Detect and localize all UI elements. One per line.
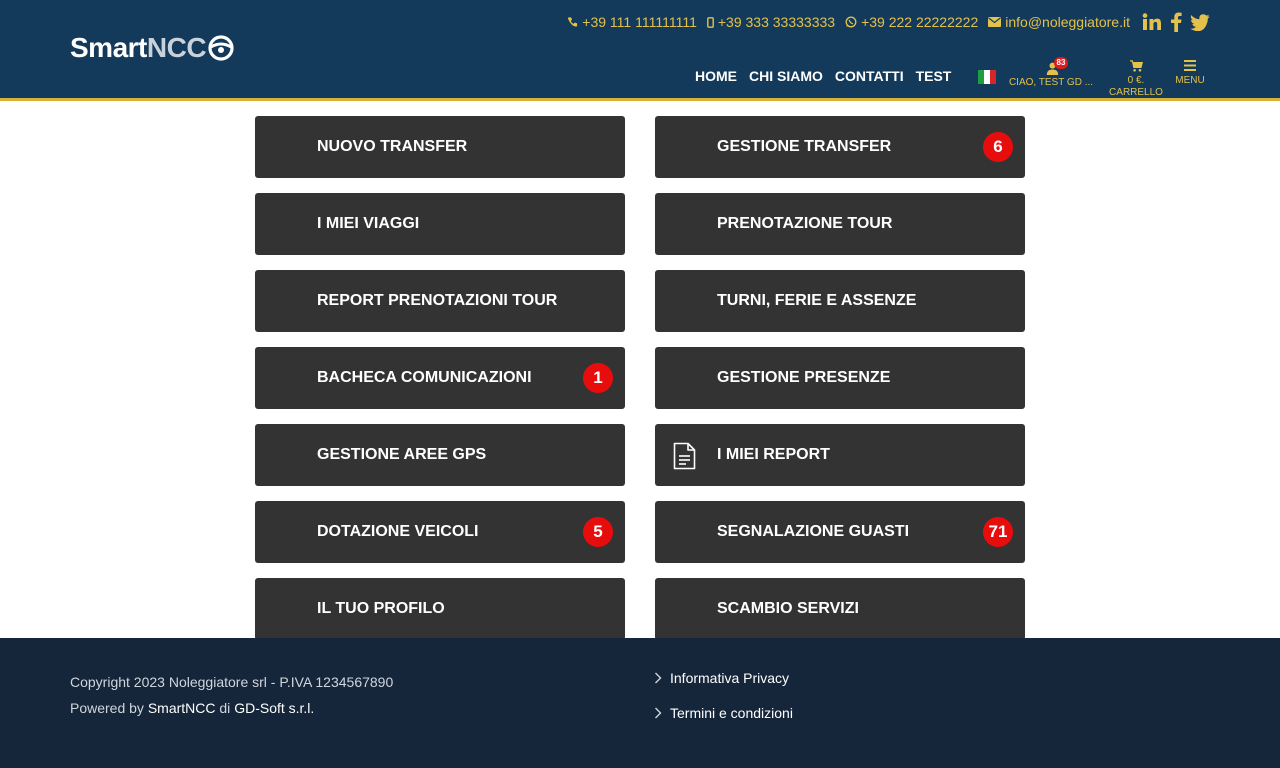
- tile-label: NUOVO TRANSFER: [317, 138, 468, 155]
- tile-dotazione-veicoli[interactable]: DOTAZIONE VEICOLI 5: [255, 501, 625, 563]
- tile-i-miei-viaggi[interactable]: I MIEI VIAGGI: [255, 193, 625, 255]
- steering-wheel-icon: [208, 35, 234, 61]
- tile-prenotazione-tour[interactable]: PRENOTAZIONE TOUR: [655, 193, 1025, 255]
- logo-text-smart: Smart: [70, 32, 147, 63]
- tile-segnalazione-guasti[interactable]: SEGNALAZIONE GUASTI 71: [655, 501, 1025, 563]
- email-address: info@noleggiatore.it: [1005, 14, 1130, 30]
- contact-bar: +39 111 111111111 +39 333 33333333 +39 2…: [567, 12, 1210, 32]
- terms-link-label: Termini e condizioni: [670, 705, 793, 721]
- tile-bacheca-comunicazioni[interactable]: BACHECA COMUNICAZIONI 1: [255, 347, 625, 409]
- count-badge: 5: [583, 517, 613, 547]
- user-menu[interactable]: 83 CIAO, TEST GD ...: [1006, 57, 1096, 88]
- tile-label: BACHECA COMUNICAZIONI: [317, 369, 532, 386]
- site-footer: Copyright 2023 Noleggiatore srl - P.IVA …: [0, 638, 1280, 768]
- mobile-icon: [706, 16, 714, 28]
- nav-test[interactable]: TEST: [916, 68, 952, 84]
- tile-label: GESTIONE PRESENZE: [717, 369, 891, 386]
- italy-flag-icon[interactable]: [978, 70, 996, 84]
- main-nav: HOME CHI SIAMO CONTATTI TEST: [695, 68, 951, 84]
- nav-chi-siamo[interactable]: CHI SIAMO: [749, 68, 823, 84]
- hamburger-menu-icon: [1184, 60, 1196, 71]
- menu-label: MENU: [1175, 75, 1205, 86]
- twitter-icon[interactable]: [1190, 13, 1210, 31]
- logo-text-ncc: NCC: [146, 32, 207, 63]
- shopping-cart-icon: [1129, 60, 1143, 72]
- tile-label: I MIEI REPORT: [717, 446, 830, 463]
- chevron-right-icon: [655, 672, 662, 684]
- whatsapp-icon: [845, 16, 857, 28]
- mobile-contact[interactable]: +39 333 33333333: [706, 14, 836, 30]
- powered-by: Powered by SmartNCC di GD-Soft s.r.l.: [70, 695, 393, 721]
- facebook-icon[interactable]: [1170, 12, 1182, 32]
- tile-il-tuo-profilo[interactable]: IL TUO PROFILO: [255, 578, 625, 640]
- cart-amount: 0 €.: [1127, 75, 1145, 86]
- menu-button[interactable]: MENU: [1170, 58, 1210, 87]
- mobile-number: +39 333 33333333: [717, 14, 836, 30]
- smartncc-logo[interactable]: Smart NCC: [70, 32, 235, 63]
- tile-label: SCAMBIO SERVIZI: [717, 600, 859, 617]
- tile-label: IL TUO PROFILO: [317, 600, 445, 617]
- tile-report-prenotazioni-tour[interactable]: REPORT PRENOTAZIONI TOUR: [255, 270, 625, 332]
- tile-label: DOTAZIONE VEICOLI: [317, 523, 479, 540]
- terms-link[interactable]: Termini e condizioni: [654, 704, 793, 722]
- count-badge: 1: [583, 363, 613, 393]
- tile-turni-ferie-assenze[interactable]: TURNI, FERIE E ASSENZE: [655, 270, 1025, 332]
- document-icon: [673, 442, 696, 470]
- smartncc-link[interactable]: SmartNCC: [148, 700, 216, 716]
- nav-contatti[interactable]: CONTATTI: [835, 68, 904, 84]
- count-badge: 6: [983, 132, 1013, 162]
- whatsapp-contact[interactable]: +39 222 22222222: [845, 14, 978, 30]
- tile-gestione-presenze[interactable]: GESTIONE PRESENZE: [655, 347, 1025, 409]
- tile-gestione-transfer[interactable]: GESTIONE TRANSFER 6: [655, 116, 1025, 178]
- tile-label: PRENOTAZIONE TOUR: [717, 215, 893, 232]
- user-greeting: CIAO, TEST GD ...: [1008, 77, 1094, 88]
- whatsapp-number: +39 222 22222222: [861, 14, 979, 30]
- tile-label: I MIEI VIAGGI: [317, 215, 420, 232]
- copyright-text: Copyright 2023 Noleggiatore srl - P.IVA …: [70, 674, 394, 690]
- email-contact[interactable]: info@noleggiatore.it: [988, 14, 1130, 30]
- powered-by-prefix: Powered by: [70, 700, 144, 716]
- tile-label: SEGNALAZIONE GUASTI: [717, 523, 910, 540]
- cart-label: CARRELLO: [1109, 87, 1163, 98]
- powered-by-di: di: [219, 700, 231, 716]
- phone-number: +39 111 111111111: [582, 14, 697, 30]
- privacy-link-label: Informativa Privacy: [670, 670, 790, 686]
- notification-count-badge: 83: [1054, 57, 1068, 69]
- chevron-right-icon: [655, 707, 662, 719]
- envelope-icon: [988, 17, 1002, 27]
- social-links: [1142, 12, 1210, 32]
- tile-nuovo-transfer[interactable]: NUOVO TRANSFER: [255, 116, 625, 178]
- tile-label: GESTIONE TRANSFER: [717, 138, 892, 155]
- cart-button[interactable]: 0 €. CARRELLO: [1106, 58, 1166, 99]
- phone-contact[interactable]: +39 111 111111111: [567, 14, 697, 30]
- tile-gestione-aree-gps[interactable]: GESTIONE AREE GPS: [255, 424, 625, 486]
- privacy-link[interactable]: Informativa Privacy: [654, 669, 793, 687]
- count-badge: 71: [983, 517, 1013, 547]
- phone-icon: [568, 17, 578, 27]
- gd-soft-link[interactable]: GD-Soft s.r.l.: [234, 700, 314, 716]
- nav-home[interactable]: HOME: [695, 68, 737, 84]
- tile-i-miei-report[interactable]: I MIEI REPORT: [655, 424, 1025, 486]
- tile-scambio-servizi[interactable]: SCAMBIO SERVIZI: [655, 578, 1025, 640]
- tile-label: TURNI, FERIE E ASSENZE: [717, 292, 917, 309]
- footer-info: Copyright 2023 Noleggiatore srl - P.IVA …: [70, 669, 393, 721]
- linkedin-icon[interactable]: [1142, 13, 1162, 31]
- site-header: Smart NCC +39 111 111111111 +39 333 33333…: [0, 0, 1280, 101]
- tile-label: REPORT PRENOTAZIONI TOUR: [317, 292, 558, 309]
- tile-label: GESTIONE AREE GPS: [317, 446, 487, 463]
- footer-links: Informativa Privacy Termini e condizioni: [654, 669, 793, 739]
